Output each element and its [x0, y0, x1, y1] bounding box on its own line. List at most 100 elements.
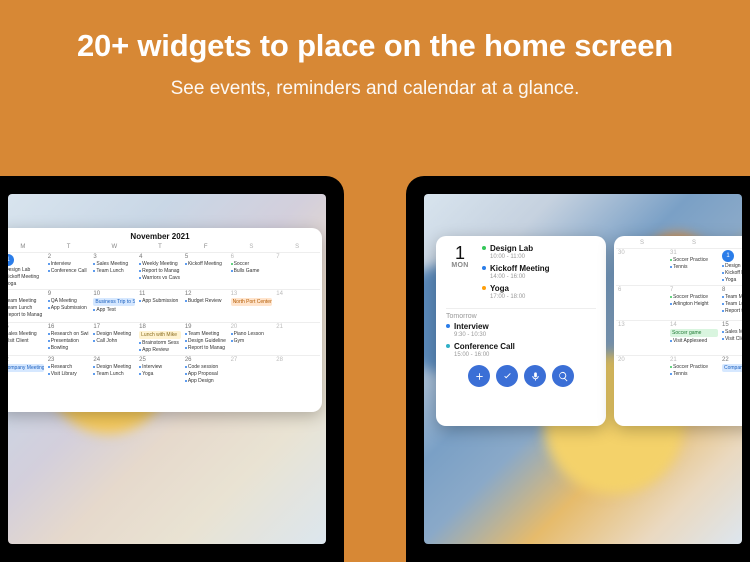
month-day-cell[interactable]: 2InterviewConference Call [46, 252, 92, 289]
calendar-event[interactable]: Brainstorm Sess [139, 340, 181, 347]
mini-day-cell[interactable]: 6 [616, 285, 668, 320]
calendar-event[interactable]: Sales Meeting [93, 261, 135, 268]
calendar-event[interactable]: Visit Client [8, 338, 44, 345]
mini-day-cell[interactable]: 14Soccer gameVisit Appleseed [668, 320, 720, 355]
mini-day-cell[interactable]: 20 [616, 355, 668, 390]
month-day-cell[interactable]: 19Team MeetingDesign GuidelineReport to … [183, 322, 229, 355]
month-day-cell[interactable]: 11App Submission [137, 289, 183, 322]
mini-day-cell[interactable]: 8Team MeetingTeam LunchReport to Manag [720, 285, 742, 320]
month-day-cell[interactable]: 26Code sessionApp ProposalApp Design [183, 355, 229, 388]
calendar-event[interactable]: Yoga [722, 277, 742, 284]
mini-day-cell[interactable]: 21Soccer PracticeTennis [668, 355, 720, 390]
calendar-event[interactable]: App Test [93, 307, 135, 314]
month-day-cell[interactable]: 4Weekly MeetingReport to ManagWarriors v… [137, 252, 183, 289]
month-day-cell[interactable]: 15Sales MeetingVisit Client [8, 322, 46, 355]
mini-day-cell[interactable]: 30 [616, 248, 668, 285]
calendar-event[interactable]: Weekly Meeting [139, 261, 181, 268]
calendar-event[interactable]: Kickoff Meeting [185, 261, 227, 268]
calendar-event[interactable]: Soccer game [670, 329, 718, 337]
month-day-cell[interactable]: 24Design MeetingTeam Lunch [91, 355, 137, 388]
calendar-event[interactable]: Bowling [48, 345, 90, 352]
calendar-event[interactable]: Design Meeting [93, 331, 135, 338]
calendar-event[interactable]: Team Lunch [93, 268, 135, 275]
calendar-event[interactable]: Piano Lesson [231, 331, 273, 338]
month-day-cell[interactable]: 10Business Trip to San FranciscoApp Test [91, 289, 137, 322]
calendar-event[interactable]: Soccer Practice [670, 257, 718, 264]
calendar-event[interactable]: Design Meeting [93, 364, 135, 371]
calendar-event[interactable]: Team Lunch [8, 305, 44, 312]
month-calendar-widget[interactable]: November 2021 MTWTFSS1Design LabKickoff … [8, 228, 322, 412]
calendar-event[interactable]: Budget Review [185, 298, 227, 305]
calendar-event[interactable]: Team Meeting [722, 294, 742, 301]
calendar-event[interactable]: Conference Call [48, 268, 90, 275]
month-day-cell[interactable]: 16Research on SwiPresentationBowling [46, 322, 92, 355]
calendar-event[interactable]: App Proposal [185, 371, 227, 378]
week-list-widget[interactable]: SSM3031Soccer PracticeTennis1Design LabK… [614, 236, 742, 426]
month-day-cell[interactable]: 20Piano LessonGym [229, 322, 275, 355]
calendar-event[interactable]: App Submission [48, 305, 90, 312]
agenda-event[interactable]: Interview9:30 - 10:30 [446, 322, 596, 339]
calendar-event[interactable]: Report to Manag [185, 345, 227, 352]
month-day-cell[interactable]: 13North Port Center [229, 289, 275, 322]
month-day-cell[interactable]: 9QA MeetingApp Submission [46, 289, 92, 322]
calendar-event[interactable]: Visit Library [48, 371, 90, 378]
month-day-cell[interactable]: 6SoccerBulls Game [229, 252, 275, 289]
mini-day-cell[interactable]: 7Soccer PracticeArlington Height [668, 285, 720, 320]
mini-day-cell[interactable]: 1Design LabKickoff MeetingYoga [720, 248, 742, 285]
calendar-event[interactable]: Research [48, 364, 90, 371]
mini-day-cell[interactable]: 31Soccer PracticeTennis [668, 248, 720, 285]
calendar-event[interactable]: Code session [185, 364, 227, 371]
month-day-cell[interactable]: 1Design LabKickoff MeetingYoga [8, 252, 46, 289]
calendar-event[interactable]: Team Meeting [8, 298, 44, 305]
calendar-event[interactable]: Soccer [231, 261, 273, 268]
calendar-event[interactable]: Interview [48, 261, 90, 268]
month-day-cell[interactable]: 17Design MeetingCall John [91, 322, 137, 355]
calendar-event[interactable]: Design Lab [722, 263, 742, 270]
calendar-event[interactable]: Report to Manag [8, 312, 44, 319]
calendar-event[interactable]: Lunch with Mike [139, 331, 181, 339]
calendar-event[interactable]: Tennis [670, 371, 718, 378]
mini-day-cell[interactable]: 15Sales MeetingVisit Client [720, 320, 742, 355]
calendar-event[interactable]: North Port Center [231, 298, 273, 306]
month-day-cell[interactable]: 18Lunch with MikeBrainstorm SessApp Revi… [137, 322, 183, 355]
calendar-event[interactable]: Visit Appleseed [670, 338, 718, 345]
search-button[interactable] [552, 365, 574, 387]
calendar-event[interactable]: Presentation [48, 338, 90, 345]
agenda-event[interactable]: Design Lab10:00 - 11:00 [482, 244, 596, 261]
calendar-event[interactable]: App Submission [139, 298, 181, 305]
calendar-event[interactable]: Business Trip to San Francisco [93, 298, 135, 306]
calendar-event[interactable]: Sales Meeting [8, 331, 44, 338]
calendar-event[interactable]: App Review [139, 347, 181, 354]
agenda-widget[interactable]: 1 MON Design Lab10:00 - 11:00Kickoff Mee… [436, 236, 606, 426]
calendar-event[interactable]: Interview [139, 364, 181, 371]
calendar-event[interactable]: Warriors vs Cavs [139, 275, 181, 282]
calendar-event[interactable]: Design Lab [8, 267, 44, 274]
month-day-cell[interactable]: 3Sales MeetingTeam Lunch [91, 252, 137, 289]
calendar-event[interactable]: Company Meeting [722, 364, 742, 372]
month-day-cell[interactable]: 22Company Meeting [8, 355, 46, 388]
calendar-event[interactable]: Sales Meeting [722, 329, 742, 336]
month-day-cell[interactable]: 25InterviewYoga [137, 355, 183, 388]
calendar-event[interactable]: Tennis [670, 264, 718, 271]
agenda-event[interactable]: Conference Call15:00 - 16:00 [446, 342, 596, 359]
calendar-event[interactable]: Call John [93, 338, 135, 345]
done-button[interactable] [496, 365, 518, 387]
calendar-event[interactable]: App Design [185, 378, 227, 385]
calendar-event[interactable]: Arlington Height [670, 301, 718, 308]
calendar-event[interactable]: Yoga [8, 281, 44, 288]
calendar-event[interactable]: Yoga [139, 371, 181, 378]
calendar-event[interactable]: Soccer Practice [670, 294, 718, 301]
calendar-event[interactable]: Gym [231, 338, 273, 345]
calendar-event[interactable]: Bulls Game [231, 268, 273, 275]
calendar-event[interactable]: Team Lunch [722, 301, 742, 308]
month-day-cell[interactable]: 28 [274, 355, 320, 388]
calendar-event[interactable]: Kickoff Meeting [8, 274, 44, 281]
month-day-cell[interactable]: 23ResearchVisit Library [46, 355, 92, 388]
agenda-event[interactable]: Kickoff Meeting14:00 - 16:00 [482, 264, 596, 281]
month-day-cell[interactable]: 21 [274, 322, 320, 355]
month-day-cell[interactable]: 12Budget Review [183, 289, 229, 322]
calendar-event[interactable]: Kickoff Meeting [722, 270, 742, 277]
calendar-event[interactable]: Report to Manag [139, 268, 181, 275]
calendar-event[interactable]: Soccer Practice [670, 364, 718, 371]
mini-day-cell[interactable]: 22Company Meeting [720, 355, 742, 390]
